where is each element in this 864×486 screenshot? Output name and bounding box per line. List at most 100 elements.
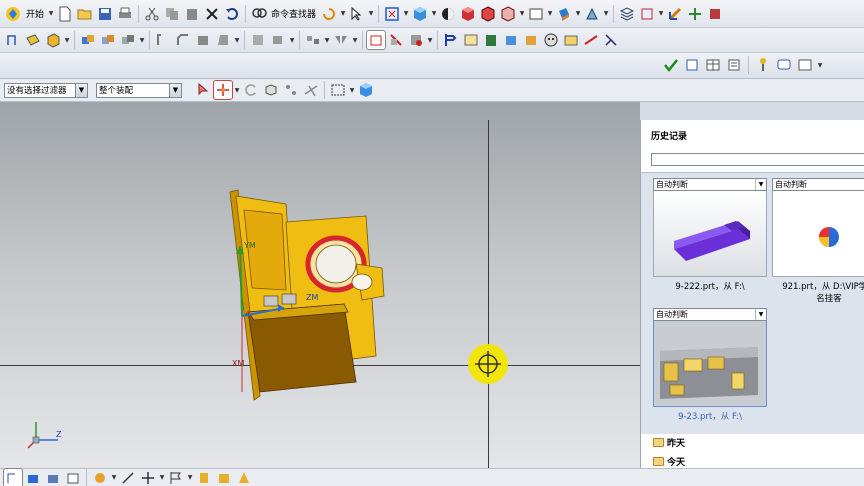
edge-cube-icon[interactable] — [479, 5, 497, 23]
chevron-down-icon[interactable]: ▼ — [75, 83, 87, 97]
point-add-icon[interactable] — [139, 469, 157, 486]
command-finder-label[interactable]: 命令查找器 — [271, 7, 316, 20]
feature-dropdown[interactable]: ▼ — [64, 31, 70, 49]
open-folder-icon[interactable] — [76, 5, 94, 23]
mirror-dropdown[interactable]: ▼ — [352, 31, 358, 49]
undo-icon[interactable] — [223, 5, 241, 23]
unite-icon[interactable] — [79, 31, 97, 49]
assembly-mode-icon[interactable] — [44, 469, 62, 486]
wave-link-icon[interactable] — [522, 31, 540, 49]
mirror-icon[interactable] — [332, 31, 350, 49]
table-icon[interactable] — [704, 56, 722, 74]
intersect-icon[interactable] — [119, 31, 137, 49]
offset-face-icon[interactable] — [269, 31, 287, 49]
section-view-icon[interactable] — [555, 5, 573, 23]
notes-icon[interactable] — [562, 31, 580, 49]
replace-face-icon[interactable] — [249, 31, 267, 49]
shell-icon[interactable] — [194, 31, 212, 49]
pattern-icon[interactable] — [304, 31, 322, 49]
sphere-icon[interactable] — [91, 469, 109, 486]
render-style-icon[interactable] — [439, 5, 457, 23]
pattern-dropdown[interactable]: ▼ — [324, 31, 330, 49]
print-icon[interactable] — [116, 5, 134, 23]
fixture-model[interactable]: ZM YM XM — [220, 186, 400, 406]
window-dropdown[interactable]: ▼ — [817, 56, 823, 74]
orient-view-icon[interactable] — [411, 5, 429, 23]
history-card-thumbnail[interactable] — [653, 321, 767, 407]
note-icon[interactable] — [462, 31, 480, 49]
flag-dropdown[interactable]: ▼ — [187, 469, 193, 486]
start-menu-icon[interactable] — [4, 5, 22, 23]
render-dropdown[interactable]: ▼ — [519, 5, 525, 23]
detail-dropdown[interactable]: ▼ — [234, 31, 240, 49]
sketch-icon[interactable] — [4, 31, 22, 49]
chevron-down-icon[interactable]: ▼ — [169, 83, 181, 97]
history-folder-today[interactable]: 今天 — [653, 455, 685, 468]
history-card-mode-select[interactable]: 自动判断 ▼ — [653, 178, 767, 191]
list-icon[interactable] — [725, 56, 743, 74]
background-icon[interactable] — [527, 5, 545, 23]
sphere-dropdown[interactable]: ▼ — [111, 469, 117, 486]
selection-scope-select[interactable]: 整个装配 ▼ — [96, 82, 182, 98]
check-geometry-icon[interactable] — [662, 56, 680, 74]
measure-icon[interactable] — [119, 469, 137, 486]
history-card-2[interactable]: 自动判断 ▼ 921.prt，从 D:\VIP学员 名挂客 — [772, 178, 864, 305]
undo-selection-icon[interactable] — [242, 81, 260, 99]
attribute-icon[interactable] — [683, 56, 701, 74]
layer-stack-icon[interactable] — [618, 5, 636, 23]
show-hide-cube-icon[interactable] — [357, 81, 375, 99]
drafting-mode-icon[interactable] — [64, 469, 82, 486]
snap-point-icon[interactable] — [583, 5, 601, 23]
new-file-icon[interactable] — [56, 5, 74, 23]
snap-point-toggle-icon[interactable] — [213, 80, 233, 100]
block-icon[interactable] — [215, 469, 233, 486]
rectangle-select-dropdown[interactable]: ▼ — [349, 81, 355, 99]
draft-icon[interactable] — [214, 31, 232, 49]
package-icon[interactable] — [502, 31, 520, 49]
cut-icon[interactable] — [143, 5, 161, 23]
part-navigator-icon[interactable] — [442, 31, 460, 49]
fit-view-dropdown[interactable]: ▼ — [403, 5, 409, 23]
datum-plane-icon[interactable] — [24, 31, 42, 49]
history-card-mode-select[interactable]: 自动判断 ▼ — [772, 178, 864, 191]
split-body-icon[interactable] — [387, 31, 405, 49]
layer-settings-icon[interactable] — [638, 5, 656, 23]
selection-dropdown[interactable]: ▼ — [368, 5, 374, 23]
trim-dropdown[interactable]: ▼ — [427, 31, 433, 49]
shaded-cube-icon[interactable] — [459, 5, 477, 23]
paste-icon[interactable] — [183, 5, 201, 23]
cylinder-icon[interactable] — [195, 469, 213, 486]
subtract-icon[interactable] — [99, 31, 117, 49]
point-on-curve-icon[interactable] — [282, 81, 300, 99]
background-dropdown[interactable]: ▼ — [547, 5, 553, 23]
refresh-icon[interactable] — [320, 5, 338, 23]
chamfer-icon[interactable] — [174, 31, 192, 49]
pin-icon[interactable] — [754, 56, 772, 74]
copy-icon[interactable] — [163, 5, 181, 23]
wcs-icon[interactable] — [666, 5, 684, 23]
history-card-1[interactable]: 自动判断 ▼ 9-222.prt，从 F:\ — [653, 178, 767, 293]
orient-view-dropdown[interactable]: ▼ — [431, 5, 437, 23]
refresh-dropdown[interactable]: ▼ — [340, 5, 346, 23]
trim-body-icon[interactable] — [366, 30, 386, 50]
window-icon[interactable] — [796, 56, 814, 74]
delete-icon[interactable] — [203, 5, 221, 23]
chevron-down-icon[interactable]: ▼ — [755, 309, 766, 320]
sketch-mode-icon[interactable] — [3, 467, 23, 486]
flag-icon[interactable] — [167, 469, 185, 486]
move-object-icon[interactable] — [686, 5, 704, 23]
history-folder-yesterday[interactable]: 昨天 — [653, 436, 685, 449]
boolean-dropdown[interactable]: ▼ — [139, 31, 145, 49]
sew-icon[interactable] — [407, 31, 425, 49]
history-card-mode-select[interactable]: 自动判断 ▼ — [653, 308, 767, 321]
reference-set-icon[interactable] — [602, 31, 620, 49]
solid-mode-icon[interactable] — [24, 469, 42, 486]
fit-view-icon[interactable] — [383, 5, 401, 23]
general-select-icon[interactable] — [194, 81, 212, 99]
wireframe-cube-icon[interactable] — [499, 5, 517, 23]
section-view-dropdown[interactable]: ▼ — [575, 5, 581, 23]
selection-cursor-icon[interactable] — [348, 5, 366, 23]
dimension-icon[interactable] — [582, 31, 600, 49]
extrude-icon[interactable] — [44, 31, 62, 49]
chevron-down-icon[interactable]: ▼ — [755, 179, 766, 190]
